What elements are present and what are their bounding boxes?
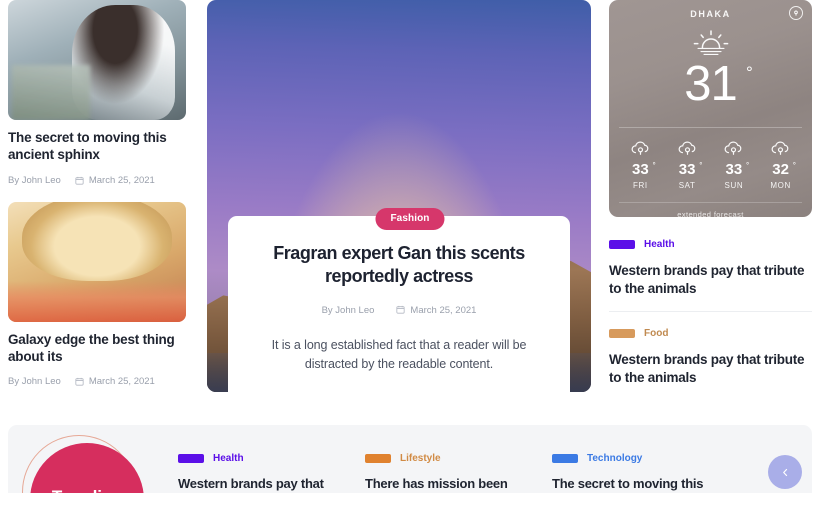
post-title[interactable]: The secret to moving this ancient sphinx	[8, 129, 186, 164]
post-author-label: By John Leo	[8, 174, 61, 186]
weather-header: DHAKA	[609, 0, 812, 20]
forecast-temp-value: 33	[632, 161, 649, 178]
forecast-day-name: MON	[770, 181, 791, 190]
category-color-chip	[609, 240, 635, 249]
weather-temperature-value: 31	[684, 57, 738, 111]
post-thumbnail[interactable]	[8, 0, 186, 120]
forecast-day-name: SUN	[724, 181, 744, 190]
category-label[interactable]: Health	[213, 453, 244, 464]
post-date-label: March 25, 2021	[88, 376, 155, 388]
forecast-day[interactable]: 33 ° SUN	[713, 138, 755, 190]
carousel-prev-button[interactable]	[768, 455, 802, 489]
news-homepage: The secret to moving this ancient sphinx…	[0, 0, 820, 508]
hero-excerpt: It is a long established fact that a rea…	[271, 337, 527, 371]
trending-items: Health Western brands pay that Lifestyle…	[178, 453, 752, 493]
post-author: By John Leo	[8, 376, 61, 387]
list-item[interactable]: The secret to moving this ancient sphinx…	[8, 0, 186, 186]
calendar-icon	[396, 305, 405, 317]
post-date-label: March 25, 2021	[88, 174, 155, 186]
hero-title[interactable]: Fragran expert Gan this scents reportedl…	[254, 242, 544, 288]
category-label[interactable]: Health	[644, 239, 675, 250]
hero-author: By John Leo	[322, 305, 375, 316]
post-date: March 25, 2021	[75, 175, 155, 186]
post-author-label: By John Leo	[8, 376, 61, 388]
forecast-temp: 33 °	[632, 161, 656, 178]
list-item[interactable]: Health Western brands pay that	[178, 453, 364, 493]
post-title[interactable]: There has mission been	[365, 476, 551, 493]
post-title[interactable]: Western brands pay that tribute to the a…	[609, 351, 812, 386]
list-item[interactable]: Galaxy edge the best thing about its By …	[8, 201, 186, 387]
weather-widget[interactable]: DHAKA 31 ° 33 ° FRI 33 ° SAT 33 ° SUN 32…	[609, 0, 812, 217]
category-row: Health	[178, 453, 364, 464]
hero-meta: By John Leo March 25, 2021	[254, 305, 544, 317]
category-row: Technology	[552, 453, 738, 464]
post-thumbnail[interactable]	[8, 201, 186, 322]
list-item[interactable]: Lifestyle There has mission been	[365, 453, 551, 493]
category-badge[interactable]: Fashion	[375, 208, 445, 230]
list-item[interactable]: Technology The secret to moving this	[552, 453, 738, 493]
category-label[interactable]: Lifestyle	[400, 453, 441, 464]
forecast-temp-value: 33	[725, 161, 743, 178]
forecast-deg: °	[792, 161, 796, 170]
extended-forecast-link[interactable]: extended forecast	[609, 210, 812, 217]
forecast-temp-value: 32	[772, 161, 789, 178]
hero-date-label: March 25, 2021	[410, 305, 477, 317]
category-row: Health	[609, 239, 812, 250]
category-row: Food	[609, 328, 812, 339]
hero-article-card: Fragran expert Gan this scents reportedl…	[228, 216, 570, 392]
page-footer-strip	[0, 493, 820, 508]
post-date: March 25, 2021	[75, 376, 155, 387]
forecast-deg: °	[746, 161, 750, 170]
cloud-sun-icon	[760, 138, 802, 157]
weather-forecast-row: 33 ° FRI 33 ° SAT 33 ° SUN 32 ° MON	[609, 128, 812, 190]
forecast-temp-value: 33	[678, 161, 696, 178]
forecast-day[interactable]: 32 ° MON	[760, 138, 802, 190]
left-posts-column: The secret to moving this ancient sphinx…	[8, 0, 186, 399]
weather-degree-symbol: °	[745, 63, 753, 82]
forecast-deg: °	[699, 161, 703, 170]
category-color-chip	[365, 454, 391, 463]
trending-panel: Trending Health Western brands pay that …	[8, 425, 812, 508]
forecast-deg: °	[652, 161, 656, 170]
cloud-sun-icon	[713, 138, 755, 157]
post-title[interactable]: The secret to moving this	[552, 476, 738, 493]
list-item[interactable]: Health Western brands pay that tribute t…	[609, 217, 812, 297]
weather-city: DHAKA	[690, 9, 731, 19]
category-color-chip	[178, 454, 204, 463]
forecast-temp: 32 °	[772, 161, 796, 178]
category-color-chip	[609, 329, 635, 339]
location-pin-icon[interactable]	[789, 6, 803, 20]
forecast-day[interactable]: 33 ° SAT	[666, 138, 708, 190]
chevron-left-icon	[781, 465, 790, 480]
post-title[interactable]: Western brands pay that tribute to the a…	[609, 262, 812, 297]
category-label[interactable]: Food	[644, 328, 668, 339]
divider	[619, 202, 802, 203]
forecast-day[interactable]: 33 ° FRI	[619, 138, 661, 190]
post-meta: By John Leo March 25, 2021	[8, 376, 186, 387]
hero-author-label: By John Leo	[321, 305, 375, 317]
forecast-day-name: FRI	[633, 181, 648, 190]
forecast-temp: 33 °	[725, 161, 750, 178]
post-meta: By John Leo March 25, 2021	[8, 175, 186, 186]
post-title[interactable]: Western brands pay that	[178, 476, 364, 493]
sidebar: DHAKA 31 ° 33 ° FRI 33 ° SAT 33 ° SUN 32…	[609, 0, 812, 386]
cloud-sun-icon	[619, 138, 661, 157]
post-title[interactable]: Galaxy edge the best thing about its	[8, 331, 186, 366]
forecast-temp: 33 °	[678, 161, 703, 178]
weather-temperature: 31 °	[684, 57, 752, 111]
list-item[interactable]: Food Western brands pay that tribute to …	[609, 311, 812, 386]
category-row: Lifestyle	[365, 453, 551, 464]
sun-icon	[689, 28, 733, 58]
category-color-chip	[552, 454, 578, 463]
category-label[interactable]: Technology	[587, 453, 642, 464]
hero-date: March 25, 2021	[396, 305, 476, 317]
forecast-day-name: SAT	[678, 181, 696, 190]
post-author: By John Leo	[8, 175, 61, 186]
calendar-icon	[75, 377, 84, 386]
calendar-icon	[75, 176, 84, 185]
cloud-sun-icon	[666, 138, 708, 157]
